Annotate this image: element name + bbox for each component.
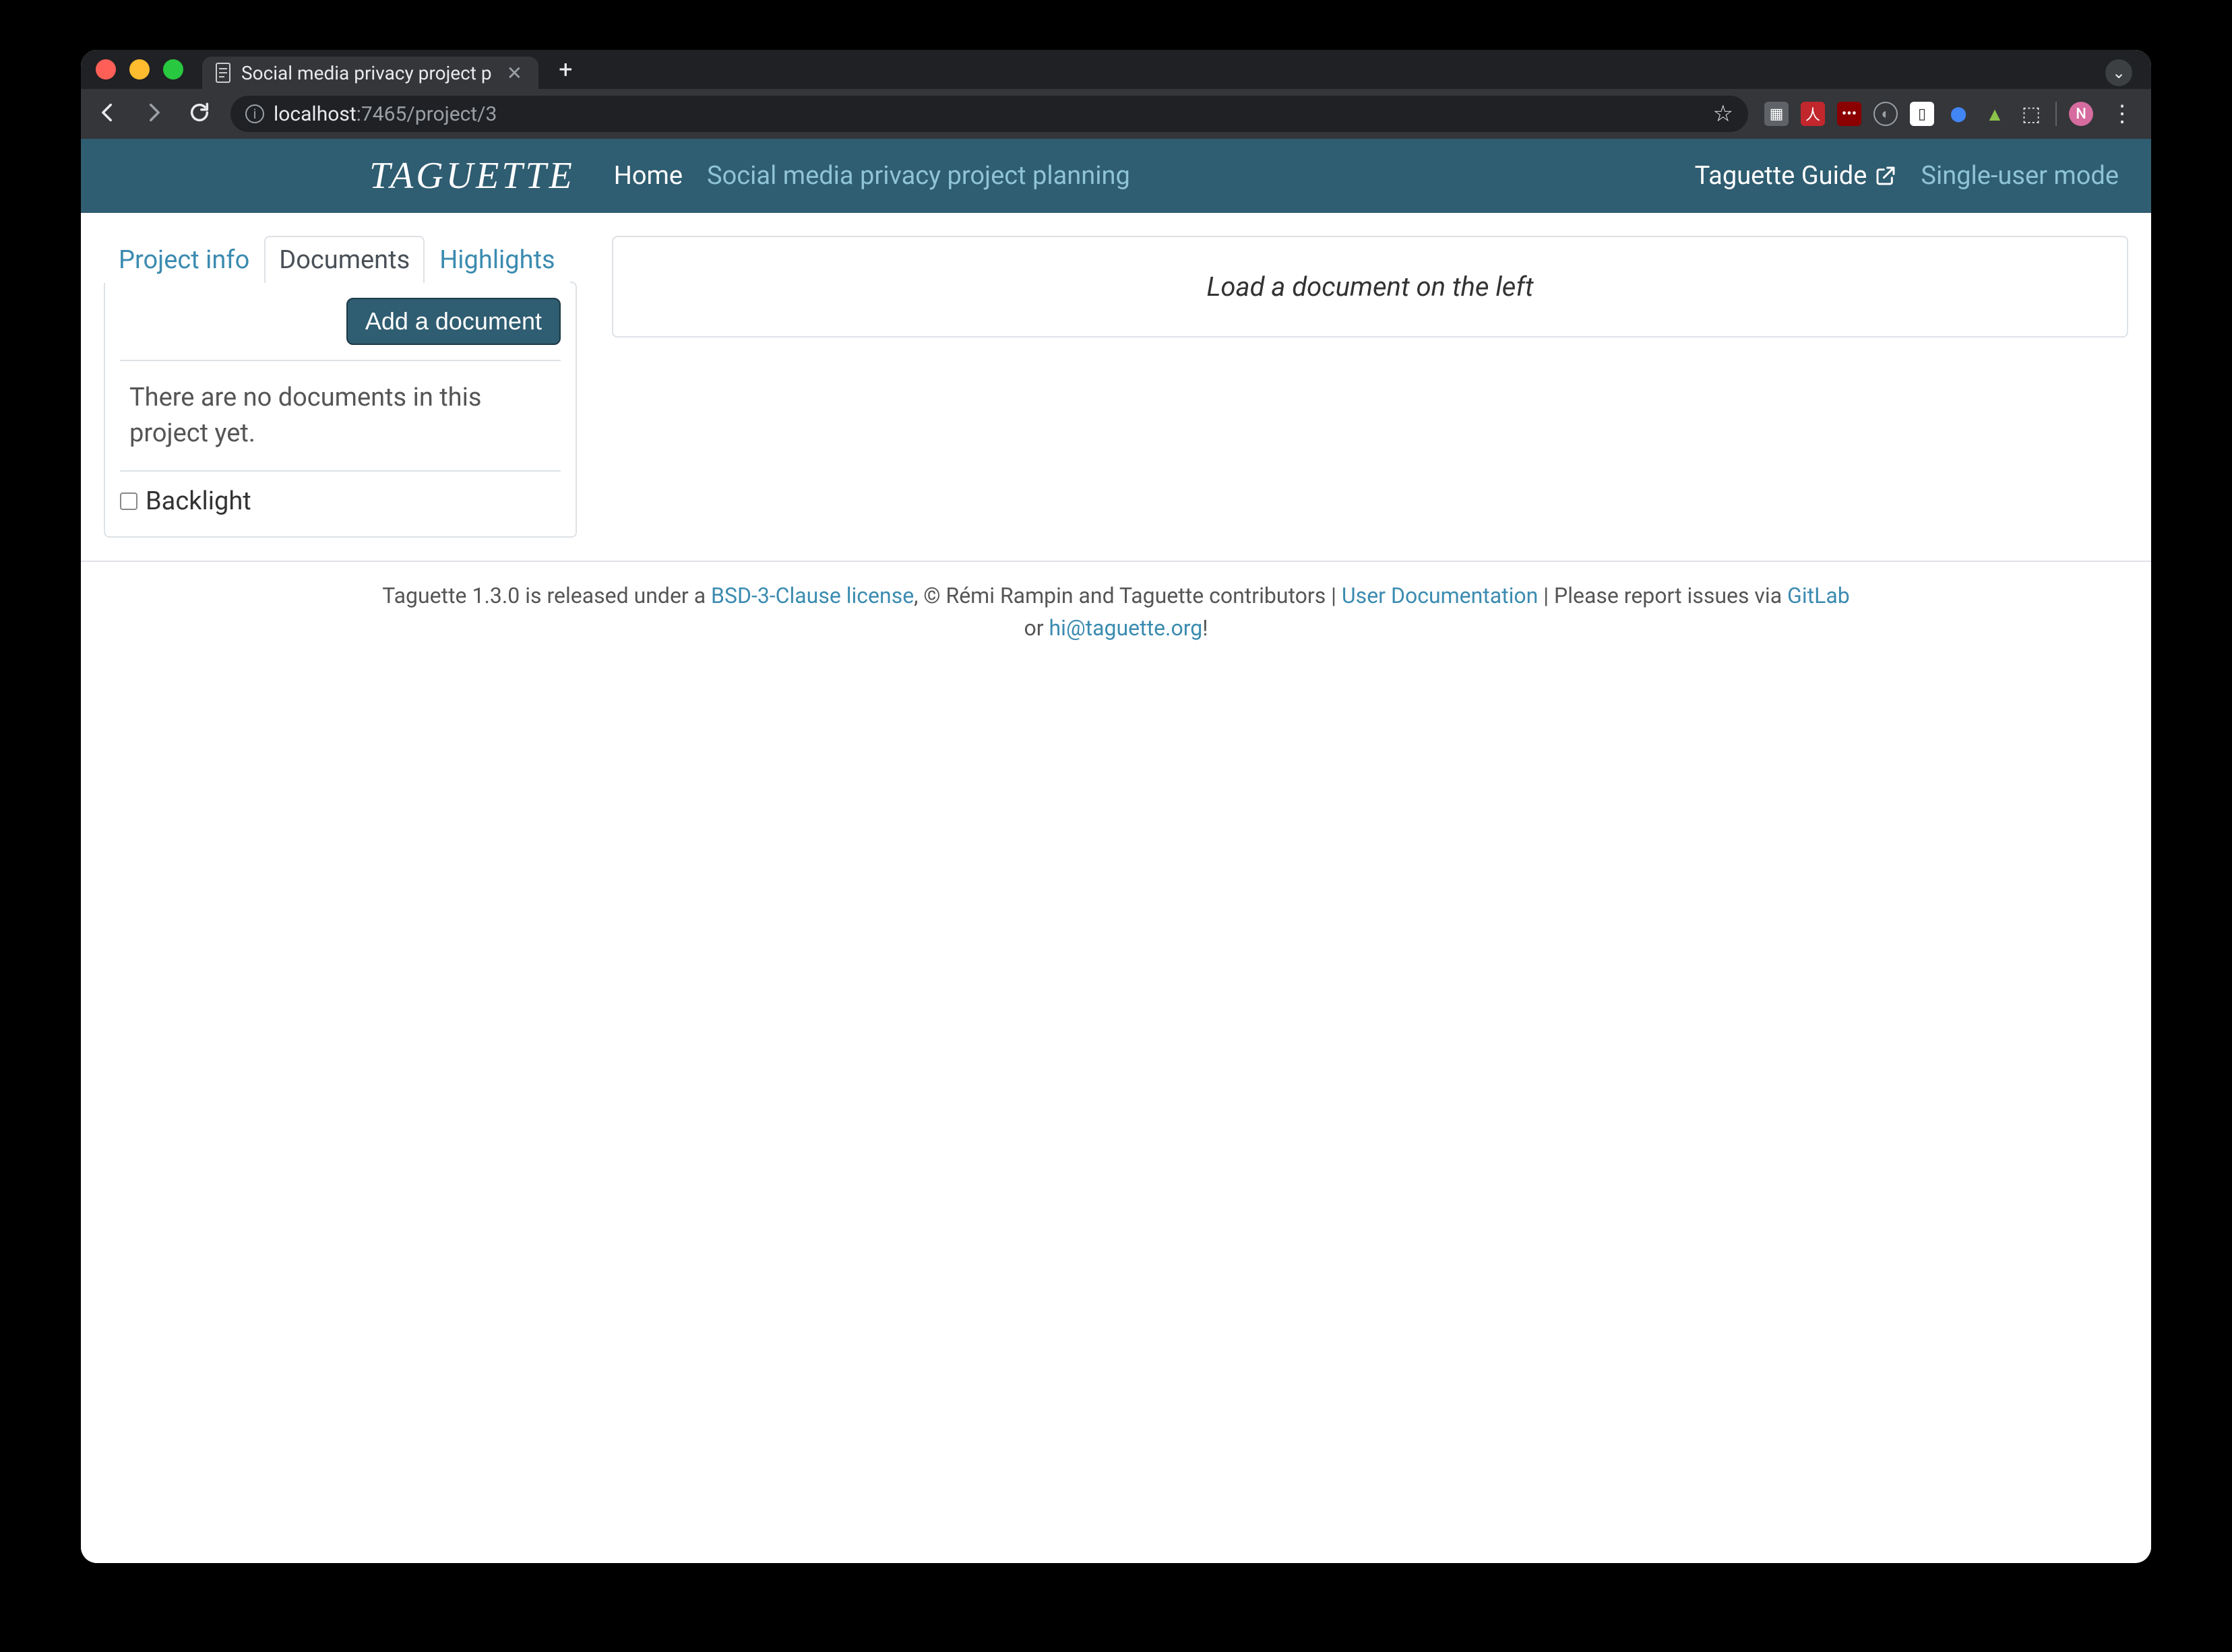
- main-panel: Load a document on the left: [612, 236, 2128, 338]
- nav-home[interactable]: Home: [602, 161, 695, 191]
- nav-project-name[interactable]: Social media privacy project planning: [695, 161, 1142, 191]
- site-info-icon[interactable]: i: [245, 104, 264, 123]
- license-link[interactable]: BSD-3-Clause license: [711, 583, 914, 608]
- address-bar[interactable]: i localhost:7465/project/3 ☆: [230, 96, 1748, 132]
- footer: Taguette 1.3.0 is released under a BSD-3…: [81, 561, 2151, 662]
- app-navbar: TAGUETTE Home Social media privacy proje…: [81, 139, 2151, 213]
- window-controls: [96, 59, 183, 80]
- footer-text: or: [1024, 615, 1049, 641]
- tabs-dropdown-button[interactable]: ⌄: [2105, 59, 2132, 86]
- gitlab-link[interactable]: GitLab: [1787, 583, 1850, 608]
- footer-text: , © Rémi Rampin and Taguette contributor…: [914, 583, 1342, 608]
- browser-toolbar: i localhost:7465/project/3 ☆ ▦ 人 ••• ◐ ▯…: [81, 89, 2151, 139]
- profile-avatar[interactable]: N: [2069, 102, 2093, 126]
- extension-icon[interactable]: ▯: [1910, 102, 1934, 126]
- bookmark-icon[interactable]: ☆: [1713, 100, 1733, 127]
- footer-text: | Please report issues via: [1538, 583, 1787, 608]
- tab-project-info[interactable]: Project info: [104, 236, 264, 283]
- extension-icon[interactable]: ⬤: [1946, 102, 1971, 126]
- left-panel: Project info Documents Highlights Add a …: [104, 236, 577, 538]
- extension-icon[interactable]: ▲: [1983, 102, 2007, 126]
- email-link[interactable]: hi@taguette.org: [1049, 615, 1203, 641]
- divider: [2055, 102, 2057, 126]
- backlight-row: Backlight: [120, 472, 561, 521]
- brand-logo[interactable]: TAGUETTE: [369, 154, 575, 197]
- add-document-button[interactable]: Add a document: [346, 298, 561, 345]
- forward-button[interactable]: [139, 101, 168, 127]
- browser-tab-bar: Social media privacy project p ✕ + ⌄: [81, 50, 2151, 89]
- navbar-right: Taguette Guide Single-user mode: [1695, 161, 2119, 191]
- url-path: :7465/project/3: [356, 102, 497, 126]
- new-tab-button[interactable]: +: [559, 55, 572, 84]
- close-window-button[interactable]: [96, 59, 116, 80]
- extensions-menu-icon[interactable]: ⬚: [2019, 102, 2043, 126]
- browser-menu-icon[interactable]: ⋮: [2105, 100, 2139, 127]
- extension-icon[interactable]: •••: [1837, 102, 1861, 126]
- tab-documents[interactable]: Documents: [264, 236, 425, 283]
- tab-title: Social media privacy project p: [241, 62, 492, 84]
- content-row: Project info Documents Highlights Add a …: [81, 213, 2151, 538]
- user-docs-link[interactable]: User Documentation: [1342, 583, 1538, 608]
- maximize-window-button[interactable]: [163, 59, 183, 80]
- footer-text: Taguette 1.3.0 is released under a: [382, 583, 711, 608]
- extension-icon[interactable]: ◐: [1873, 102, 1898, 126]
- browser-tab[interactable]: Social media privacy project p ✕: [202, 57, 538, 89]
- backlight-label: Backlight: [146, 486, 251, 516]
- external-link-icon: [1875, 165, 1896, 187]
- backlight-checkbox[interactable]: [120, 493, 137, 510]
- browser-window: Social media privacy project p ✕ + ⌄ i l…: [81, 50, 2151, 1563]
- guide-link[interactable]: Taguette Guide: [1695, 161, 1897, 191]
- tab-close-icon[interactable]: ✕: [507, 62, 522, 84]
- extension-icons: ▦ 人 ••• ◐ ▯ ⬤ ▲ ⬚ N ⋮: [1764, 100, 2139, 127]
- main-hint: Load a document on the left: [647, 271, 2093, 303]
- page-content: TAGUETTE Home Social media privacy proje…: [81, 139, 2151, 1563]
- minimize-window-button[interactable]: [129, 59, 150, 80]
- guide-link-label: Taguette Guide: [1695, 161, 1867, 191]
- back-button[interactable]: [93, 101, 123, 127]
- panel-tabs: Project info Documents Highlights: [104, 236, 577, 283]
- documents-panel: Add a document There are no documents in…: [104, 282, 577, 538]
- extension-icon[interactable]: ▦: [1764, 102, 1789, 126]
- footer-text: !: [1202, 615, 1208, 641]
- url-text: localhost:7465/project/3: [274, 102, 497, 126]
- tab-favicon-icon: [214, 62, 232, 84]
- single-user-mode-link[interactable]: Single-user mode: [1921, 161, 2119, 191]
- reload-button[interactable]: [185, 101, 214, 127]
- tab-highlights[interactable]: Highlights: [425, 236, 569, 283]
- url-host: localhost: [274, 102, 356, 126]
- documents-empty-message: There are no documents in this project y…: [120, 360, 561, 472]
- extension-icon[interactable]: 人: [1801, 102, 1825, 126]
